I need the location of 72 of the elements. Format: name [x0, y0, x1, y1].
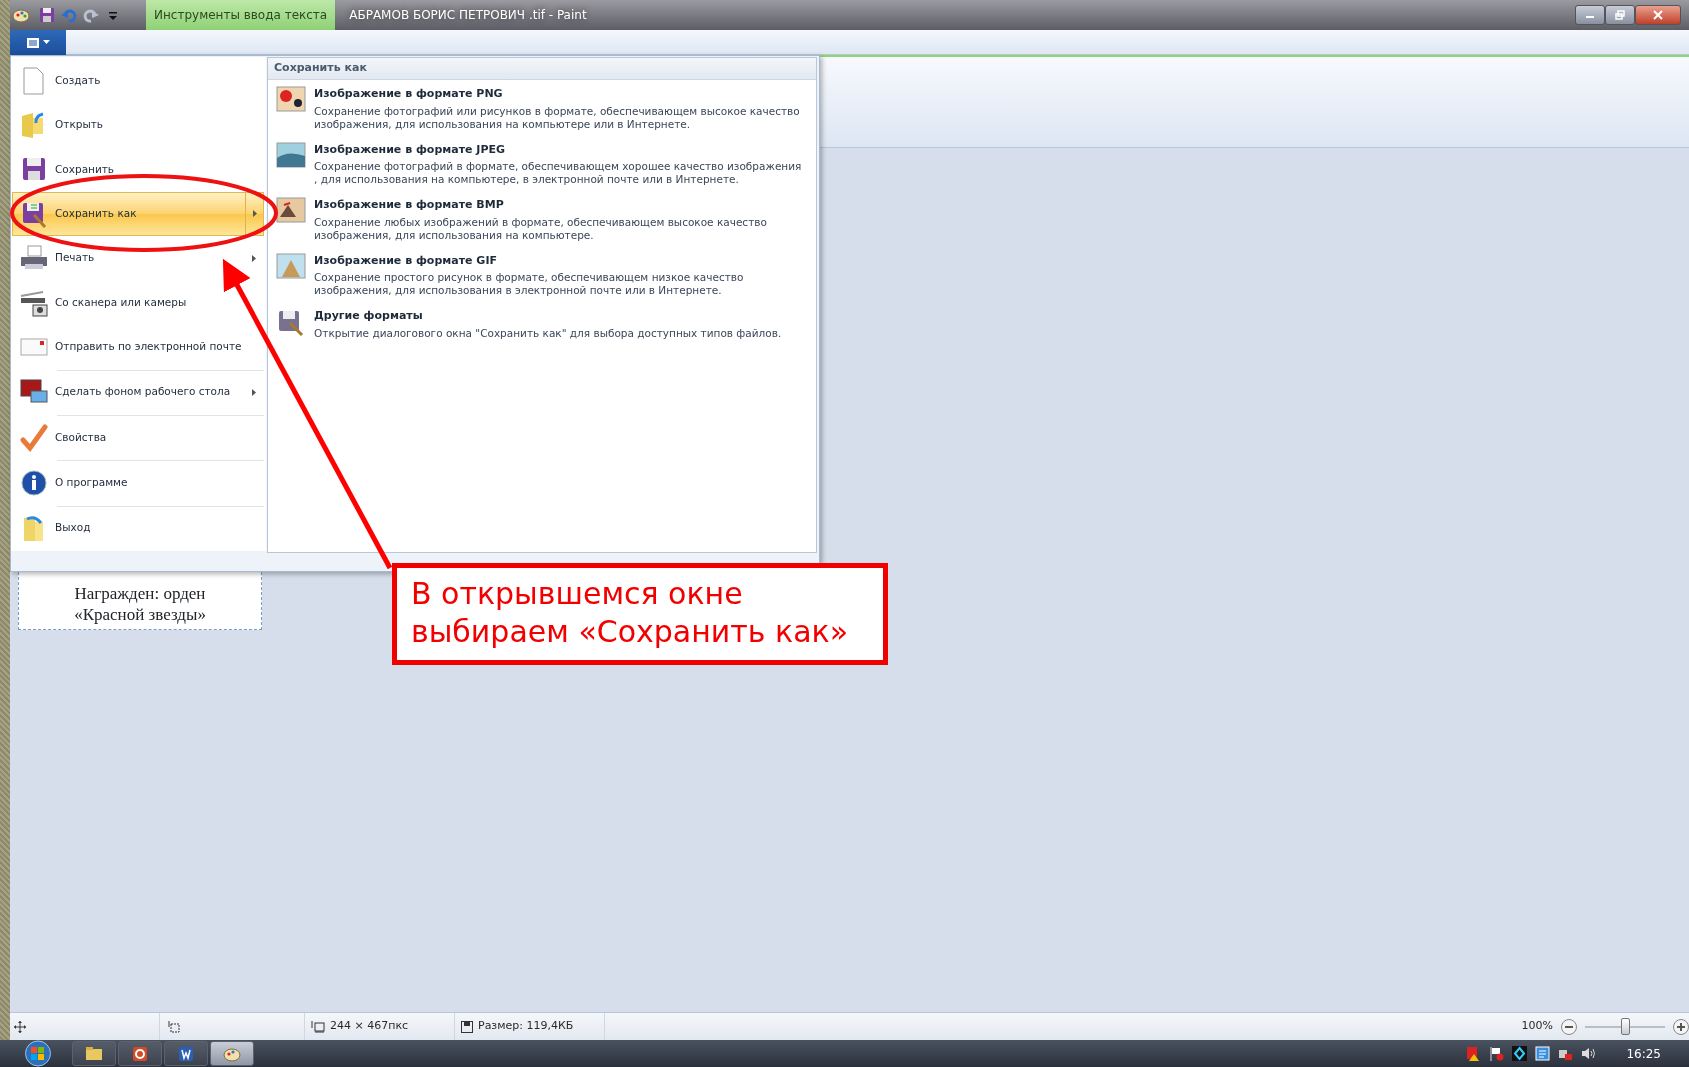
submenu-arrow-icon [252, 254, 256, 262]
flower-picture-icon [276, 86, 306, 114]
submenu-item-description: Открытие диалогового окна "Сохранить как" для выбора доступных типов файлов. [314, 326, 782, 340]
checkmark-icon [19, 422, 49, 453]
close-button[interactable] [1635, 5, 1681, 25]
presentation-icon [131, 1044, 149, 1063]
submenu-item[interactable]: Изображение в формате PNG Сохранение фотографий или рисунков в формате, обеспечивающем высокое качество изображения, для использования на компьютере или в Интернете. [268, 80, 816, 136]
contextual-tab[interactable]: Инструменты ввода текста [146, 0, 336, 30]
zoom-slider-thumb[interactable] [1621, 1017, 1630, 1035]
zoom-percent: 100% [1521, 1018, 1553, 1035]
plus-icon [1677, 1022, 1685, 1031]
taskbar-app-button[interactable] [164, 1041, 208, 1066]
submenu-item-title: Изображение в формате JPEG [314, 141, 507, 158]
menu-item[interactable]: Печать [12, 236, 264, 280]
menu-item[interactable]: Открыть [12, 103, 264, 147]
file-menu-button[interactable] [10, 30, 66, 55]
submenu-item[interactable]: Изображение в формате BMP Сохранение любых изображений в формате, обеспечивающем высокое качество изображения, для использования на компьютере. [268, 191, 816, 247]
zoom-in-button[interactable] [1673, 1018, 1689, 1035]
selection-size-icon [168, 1020, 180, 1033]
submenu-item-title: Изображение в формате BMP [314, 197, 505, 213]
submenu-item[interactable]: Изображение в формате JPEG Сохранение фотографий в формате, обеспечивающем хорошее качество изображения , для использования на компьютере, в электронной почте или в Интернете. [268, 135, 816, 191]
submenu-heading: Сохранить как [268, 58, 816, 80]
submenu-item-title: Изображение в формате PNG [314, 86, 504, 102]
annotation-callout: В открывшемся окне выбираем «Сохранить как» [392, 563, 888, 665]
menu-item[interactable]: Сохранить [12, 147, 264, 192]
window-title: АБРАМОВ БОРИС ПЕТРОВИЧ .tif - Paint [349, 7, 587, 24]
move-cursor-icon [14, 1020, 26, 1033]
speaker-icon[interactable] [1581, 1046, 1597, 1061]
submenu-item-title: Другие форматы [314, 308, 424, 324]
paint-palette-icon [12, 6, 30, 24]
clock-time: 16:25 [1626, 1045, 1661, 1063]
menu-item[interactable]: Сделать фоном рабочего стола [12, 370, 264, 414]
painting-picture-icon [276, 197, 306, 225]
menu-item[interactable]: Свойства [12, 415, 264, 460]
menu-item[interactable]: Выход [12, 506, 264, 550]
submenu-item-description: Сохранение фотографий или рисунков в формате, обеспечивающем высокое качество изображения, для использования на компьютере или в Интернете. [314, 104, 801, 131]
minimize-button[interactable] [1575, 5, 1605, 25]
canvas-text: «Красной звезды» [73, 604, 207, 625]
submenu-item[interactable]: Другие форматы Открытие диалогового окна "Сохранить как" для выбора доступных типов файлов. [268, 302, 816, 345]
menu-item[interactable]: Отправить по электронной почте [12, 325, 264, 369]
menu-item[interactable]: О программе [12, 461, 264, 505]
taskbar-app-button[interactable] [72, 1041, 116, 1066]
floppy-pencil-icon [276, 308, 306, 336]
close-icon [1653, 10, 1663, 20]
info-icon [19, 467, 49, 498]
restore-icon [1615, 10, 1625, 20]
submenu-item-description: Сохранение фотографий в формате, обеспечивающем хорошее качество изображения , для использования на компьютере, в электронной почте или в Интернете. [314, 160, 803, 186]
pyramid-picture-icon [276, 252, 306, 281]
zoom-out-button[interactable] [1561, 1018, 1577, 1035]
submenu-item-description: Сохранение простого рисунок в формате, обеспечивающем низкое качество изображения, для использования в электронной почте или в Интернете. [314, 271, 745, 297]
menu-item[interactable]: Создать [12, 59, 264, 103]
folder-icon [85, 1044, 103, 1063]
canvas-text: Награжден: орден [73, 583, 207, 604]
taskbar-app-button[interactable] [210, 1041, 254, 1066]
submenu-item-title: Изображение в формате GIF [314, 252, 498, 269]
submenu-item[interactable]: Изображение в формате GIF Сохранение простого рисунок в формате, обеспечивающем низкое качество изображения, для использования в электронной почте или в Интернете. [268, 246, 816, 302]
restore-button[interactable] [1605, 5, 1635, 25]
document-w-icon [177, 1044, 195, 1063]
image-size-icon [311, 1020, 325, 1033]
submenu-arrow-icon [252, 388, 256, 396]
taskbar-app-button[interactable] [118, 1041, 162, 1066]
landscape-picture-icon [276, 141, 306, 170]
image-dimensions: 244 × 467пкс [330, 1018, 409, 1035]
flag-error-icon[interactable] [1489, 1046, 1505, 1061]
document-icon [26, 36, 40, 49]
submenu-arrow-icon [252, 210, 257, 218]
submenu-item-description: Сохранение любых изображений в формате, обеспечивающем высокое качество изображения, для использования на компьютере. [314, 215, 768, 242]
menu-item[interactable]: Сохранить как [12, 192, 264, 236]
caret-icon [43, 40, 50, 45]
file-size: Размер: 119,4КБ [478, 1018, 574, 1035]
diamond-icon[interactable] [1512, 1046, 1528, 1061]
menu-item[interactable]: Со сканера или камеры [12, 280, 264, 325]
